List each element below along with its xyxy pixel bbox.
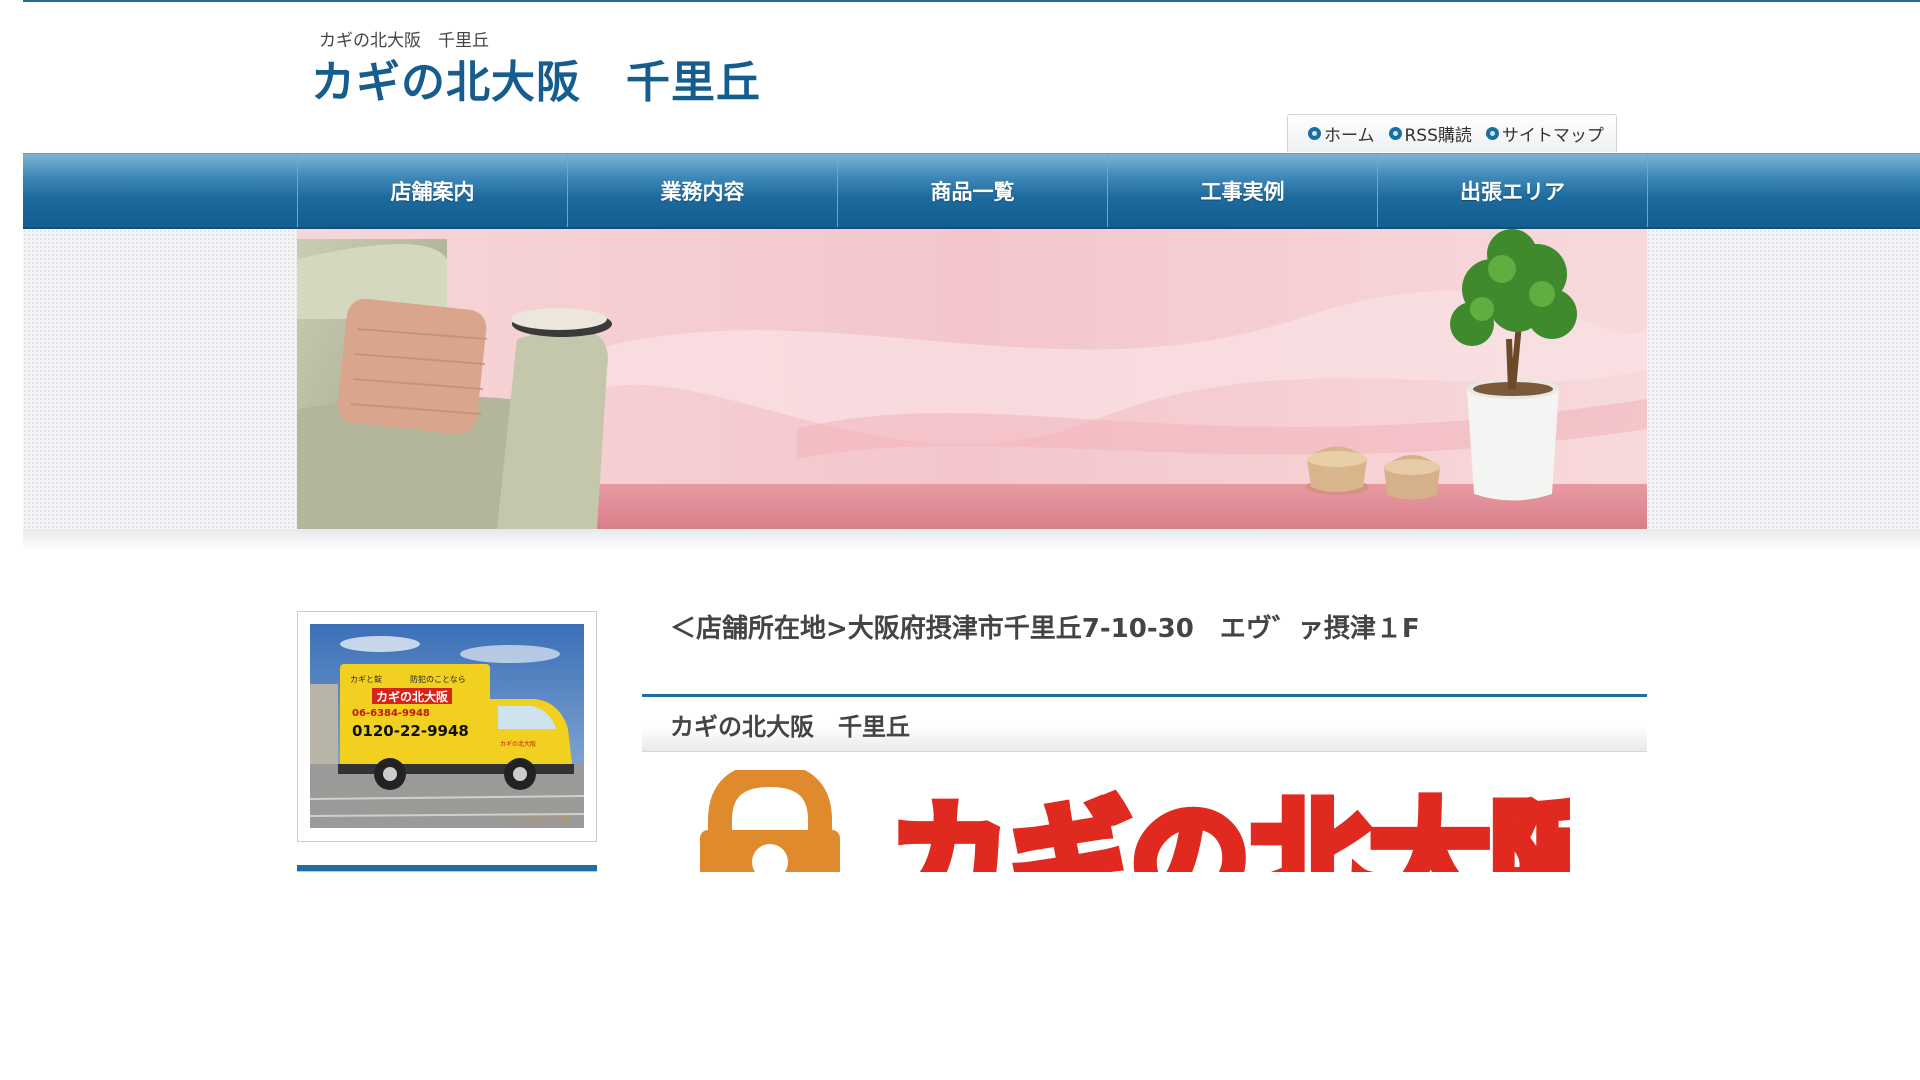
store-address: ＜店舗所在地>大阪府摂津市千里丘7-10-30 エヴ゛ァ摂津１F xyxy=(670,614,1420,644)
store-photo[interactable]: カギと錠 防犯のことなら カギの北大阪 06-6384-9948 0120-22… xyxy=(297,611,597,842)
top-border xyxy=(23,0,1920,2)
util-link-rss[interactable]: RSS購読 xyxy=(1388,121,1472,146)
nav-item-store-info[interactable]: 店舗案内 xyxy=(298,154,568,227)
nav-item-services[interactable]: 業務内容 xyxy=(568,154,838,227)
truck-text-line1: カギと錠 xyxy=(350,674,382,684)
truck-phone-2: 0120-22-9948 xyxy=(352,722,469,740)
bullet-icon xyxy=(1485,127,1499,140)
logo-text: カギの北大阪 xyxy=(890,790,1570,872)
section-heading: カギの北大阪 千里丘 xyxy=(642,697,1647,752)
utility-nav: ホーム RSS購読 サイトマップ xyxy=(1287,114,1617,152)
util-link-home[interactable]: ホーム xyxy=(1308,121,1375,146)
brand-logo: カギの北大阪 xyxy=(685,770,1570,872)
bullet-icon xyxy=(1388,127,1402,140)
page: カギの北大阪 千里丘 カギの北大阪 千里丘 ホーム RSS購読 サイトマップ 店… xyxy=(23,0,1920,1080)
truck-text-line2: 防犯のことなら xyxy=(410,674,466,684)
site-title[interactable]: カギの北大阪 千里丘 xyxy=(311,46,761,110)
util-link-label: ホーム xyxy=(1324,126,1375,146)
truck-phone-1: 06-6384-9948 xyxy=(352,708,430,719)
global-nav: 店舗案内 業務内容 商品一覧 工事実例 出張エリア xyxy=(23,153,1920,230)
sidebar-heading-bar xyxy=(297,865,597,872)
util-link-sitemap[interactable]: サイトマップ xyxy=(1485,121,1604,146)
photo-timestamp: 2020/12/10 10:38 xyxy=(500,816,567,824)
hero-image xyxy=(297,229,1647,529)
nav-item-products[interactable]: 商品一覧 xyxy=(838,154,1108,227)
truck-door-text: カギの北大阪 xyxy=(500,740,536,748)
util-link-label: RSS購読 xyxy=(1404,126,1472,146)
nav-item-service-area[interactable]: 出張エリア xyxy=(1378,154,1648,227)
util-link-label: サイトマップ xyxy=(1501,126,1604,146)
bullet-icon xyxy=(1308,127,1321,140)
nav-item-case-studies[interactable]: 工事実例 xyxy=(1108,154,1378,227)
hero-shadow xyxy=(23,529,1920,551)
truck-brand: カギの北大阪 xyxy=(376,689,449,704)
section-heading-text: カギの北大阪 千里丘 xyxy=(670,713,910,741)
